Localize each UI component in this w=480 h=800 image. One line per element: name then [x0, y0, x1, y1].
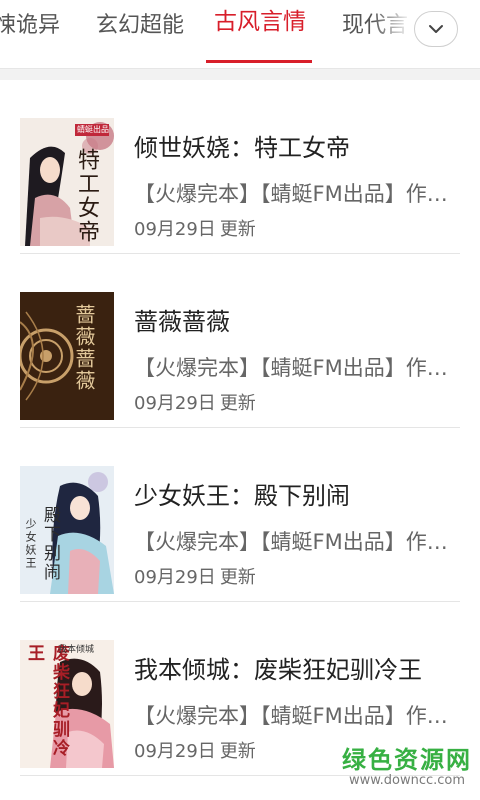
list-item[interactable]: 蔷薇蔷薇 蔷薇蔷薇 【火爆完本】【蜻蜓FM出品】作者： 09月29日 更新	[20, 254, 460, 428]
tab-fantasy[interactable]: 玄幻超能	[96, 12, 184, 40]
update-time: 09月29日 更新	[134, 219, 256, 240]
chevron-down-icon	[429, 25, 443, 33]
book-title[interactable]: 我本倾城：废柴狂妃驯冷王	[134, 650, 422, 685]
book-title[interactable]: 倾世妖娆：特工女帝	[134, 128, 350, 163]
cover-title-art: 废柴狂妃驯冷王	[24, 644, 69, 758]
site-watermark: 绿色资源网 www.downcc.com	[342, 740, 472, 796]
book-title[interactable]: 少女妖王：殿下别闹	[134, 476, 350, 511]
cover-title-art: 殿下别闹	[40, 506, 60, 582]
expand-tabs-button[interactable]	[414, 11, 458, 47]
watermark-url: www.downcc.com	[348, 773, 466, 788]
book-cover[interactable]: 殿下别闹 少女妖王	[20, 466, 114, 594]
cover-badge: 蜻蜓出品	[77, 125, 109, 134]
book-cover[interactable]: 特工女帝 蜻蜓出品	[20, 118, 114, 246]
book-description: 【火爆完本】【蜻蜓FM出品】作者：	[134, 356, 460, 380]
section-divider	[0, 69, 480, 80]
active-tab-indicator	[206, 60, 312, 63]
list-item[interactable]: 殿下别闹 少女妖王 少女妖王：殿下别闹 【火爆完本】【蜻蜓FM出品】作者： 09…	[20, 428, 460, 602]
tab-fade-overlay	[372, 0, 412, 66]
cover-title-art: 蔷薇蔷薇	[72, 304, 96, 392]
list-item[interactable]: 特工女帝 蜻蜓出品 倾世妖娆：特工女帝 【火爆完本】【蜻蜓FM出品】作者： 09…	[20, 80, 460, 254]
update-time: 09月29日 更新	[134, 741, 256, 762]
book-description: 【火爆完本】【蜻蜓FM出品】作者：	[134, 704, 460, 728]
category-tab-bar: 悚诡异 玄幻超能 古风言情 现代言	[0, 0, 480, 69]
book-description: 【火爆完本】【蜻蜓FM出品】作者：	[134, 530, 460, 554]
book-title[interactable]: 蔷薇蔷薇	[134, 302, 230, 337]
tab-ancient-romance[interactable]: 古风言情	[214, 8, 306, 36]
book-cover[interactable]: 废柴狂妃驯冷王 我本倾城	[20, 640, 114, 768]
update-time: 09月29日 更新	[134, 393, 256, 414]
cover-subtitle-art: 少女妖王	[24, 518, 37, 570]
watermark-title: 绿色资源网	[342, 746, 472, 774]
tab-horror[interactable]: 悚诡异	[0, 12, 60, 40]
book-description: 【火爆完本】【蜻蜓FM出品】作者：	[134, 182, 460, 206]
update-time: 09月29日 更新	[134, 567, 256, 588]
book-cover[interactable]: 蔷薇蔷薇	[20, 292, 114, 420]
cover-title-art: 特工女帝	[74, 148, 99, 244]
cover-subtitle-art: 我本倾城	[58, 645, 95, 655]
